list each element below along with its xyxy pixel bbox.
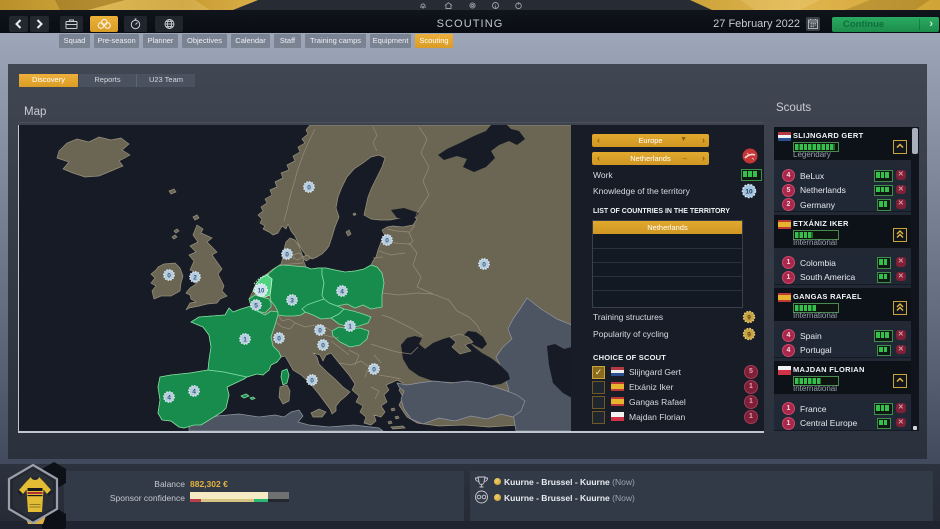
- svg-text:0: 0: [385, 237, 389, 244]
- svg-text:0: 0: [372, 366, 376, 373]
- svg-text:9: 9: [747, 315, 751, 322]
- svg-text:0: 0: [285, 251, 289, 258]
- svg-text:0: 0: [318, 327, 322, 334]
- svg-text:1: 1: [243, 336, 247, 343]
- svg-text:2: 2: [193, 274, 197, 281]
- svg-text:3: 3: [290, 297, 294, 304]
- svg-text:0: 0: [277, 335, 281, 342]
- svg-text:0: 0: [310, 377, 314, 384]
- svg-text:9: 9: [747, 332, 751, 339]
- svg-text:1: 1: [348, 323, 352, 330]
- svg-text:4: 4: [340, 288, 344, 295]
- svg-text:0: 0: [167, 272, 171, 279]
- svg-text:4: 4: [192, 388, 196, 395]
- svg-text:5: 5: [254, 302, 258, 309]
- svg-text:10: 10: [745, 189, 753, 196]
- svg-text:10: 10: [258, 288, 265, 294]
- svg-text:0: 0: [321, 342, 325, 349]
- svg-text:0: 0: [482, 261, 486, 268]
- svg-text:4: 4: [167, 394, 171, 401]
- svg-text:0: 0: [307, 184, 311, 191]
